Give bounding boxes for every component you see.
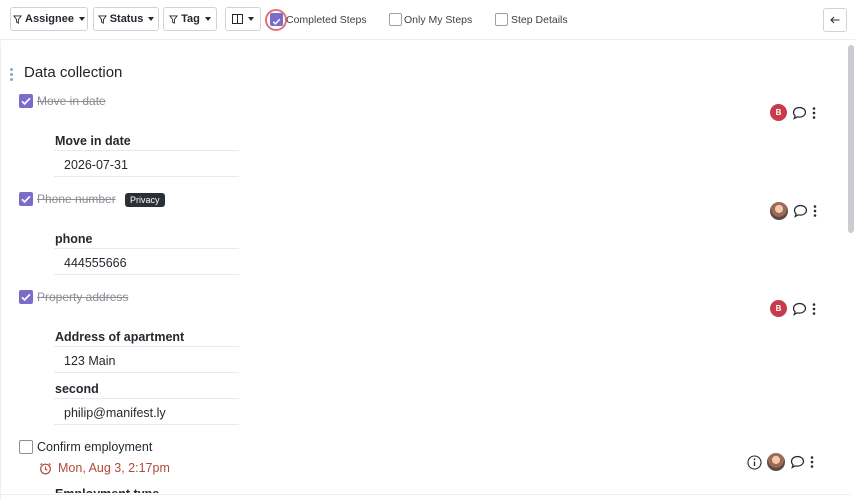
avatar[interactable]: [770, 202, 788, 220]
step-checkbox-confirm-employment[interactable]: [19, 440, 33, 454]
divider: [0, 494, 850, 495]
clock-icon: [40, 462, 51, 474]
field-value[interactable]: 2026-07-31: [54, 150, 239, 177]
more-vertical-icon[interactable]: [812, 106, 816, 119]
field-label: Employment type: [55, 487, 159, 493]
avatar[interactable]: [767, 453, 785, 471]
checklist-content: Data collection Move in date B Move in d…: [0, 41, 855, 500]
filter-icon: [97, 14, 107, 24]
caret-down-icon: [204, 17, 211, 21]
only-my-steps-checkbox[interactable]: [389, 13, 402, 26]
step-title-move-in-date[interactable]: Move in date: [37, 94, 106, 108]
info-icon[interactable]: [747, 454, 762, 470]
comment-icon[interactable]: [792, 106, 807, 120]
columns-icon: [232, 14, 243, 24]
step-checkbox-phone-number[interactable]: [19, 192, 33, 206]
drag-handle-icon[interactable]: [10, 68, 13, 81]
more-vertical-icon[interactable]: [813, 205, 817, 217]
field-label: Address of apartment: [55, 330, 185, 344]
check-icon: [21, 97, 31, 106]
step-checkbox-move-in-date[interactable]: [19, 94, 33, 108]
step-actions-phone-number: [770, 202, 817, 220]
step-details-checkbox[interactable]: [495, 13, 508, 26]
step-actions-confirm-employment: [747, 453, 814, 471]
toolbar: Assignee Status Tag Completed Steps Only…: [0, 0, 855, 40]
step-title-confirm-employment[interactable]: Confirm employment: [37, 440, 152, 454]
check-icon: [21, 195, 31, 204]
only-my-steps-label: Only My Steps: [404, 14, 473, 26]
caret-down-icon: [148, 17, 155, 21]
field-label: phone: [55, 232, 93, 246]
arrow-left-icon: [830, 16, 840, 24]
avatar[interactable]: B: [770, 104, 787, 121]
caret-down-icon: [248, 17, 254, 21]
completed-steps-label: Completed Steps: [286, 14, 367, 26]
columns-button[interactable]: [225, 7, 261, 31]
step-actions-property-address: B: [770, 300, 816, 317]
comment-icon[interactable]: [792, 302, 807, 316]
caret-down-icon: [78, 17, 85, 21]
avatar[interactable]: B: [770, 300, 787, 317]
step-title-property-address[interactable]: Property address: [37, 290, 128, 304]
section-title: Data collection: [24, 64, 123, 81]
status-filter-label: Status: [109, 13, 144, 25]
comment-icon[interactable]: [790, 455, 805, 469]
step-title-phone-number[interactable]: Phone number: [37, 192, 116, 206]
more-vertical-icon[interactable]: [812, 302, 816, 315]
filter-icon: [13, 14, 23, 24]
step-checkbox-property-address[interactable]: [19, 290, 33, 304]
more-vertical-icon[interactable]: [810, 456, 814, 468]
assignee-filter-button[interactable]: Assignee: [10, 7, 88, 31]
field-value[interactable]: philip@manifest.ly: [54, 398, 239, 425]
assignee-filter-label: Assignee: [25, 13, 74, 25]
field-label: second: [55, 382, 99, 396]
privacy-badge: Privacy: [125, 193, 165, 207]
back-button[interactable]: [823, 8, 847, 32]
due-date-text: Mon, Aug 3, 2:17pm: [58, 461, 170, 475]
tag-filter-button[interactable]: Tag: [163, 7, 217, 31]
completed-steps-checkbox[interactable]: [270, 13, 283, 26]
field-value[interactable]: 444555666: [54, 248, 239, 275]
field-label: Move in date: [55, 134, 131, 148]
status-filter-button[interactable]: Status: [93, 7, 159, 31]
due-date: Mon, Aug 3, 2:17pm: [39, 461, 170, 475]
step-actions-move-in-date: B: [770, 104, 816, 121]
check-icon: [272, 18, 281, 25]
tag-filter-label: Tag: [181, 13, 200, 25]
check-icon: [21, 293, 31, 302]
scrollbar[interactable]: [848, 45, 854, 233]
filter-icon: [169, 14, 179, 24]
step-details-label: Step Details: [511, 14, 568, 26]
comment-icon[interactable]: [793, 204, 808, 218]
field-value[interactable]: 123 Main: [54, 346, 239, 373]
